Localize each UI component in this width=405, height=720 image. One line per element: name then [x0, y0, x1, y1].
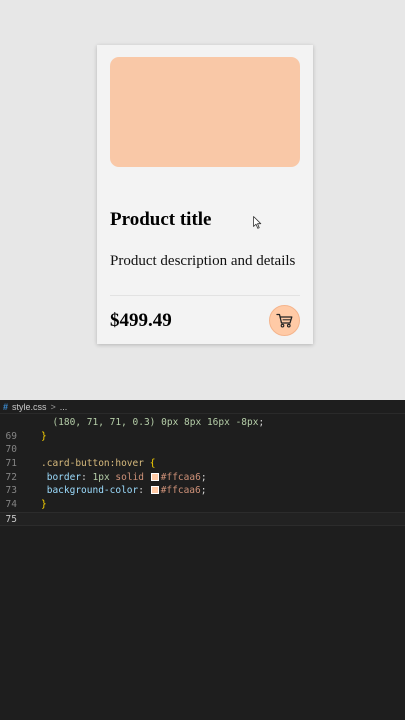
code-token: #ffcaa6 [160, 485, 201, 497]
css-hash-icon: # [3, 401, 9, 412]
line-number: 70 [5, 444, 17, 456]
line-source: background-color: #ffcaa6; [41, 484, 207, 498]
product-image-placeholder [110, 57, 300, 167]
code-token: -8px [235, 417, 259, 428]
product-description: Product description and details [110, 253, 296, 269]
product-price: $499.49 [110, 310, 172, 331]
code-token: .card-button:hover [41, 458, 144, 470]
browser-preview: Product title Product description and de… [0, 0, 405, 400]
card-divider [110, 295, 300, 296]
code-line[interactable]: 72 border: 1px solid #ffcaa6; [0, 471, 405, 485]
line-number: 72 [5, 471, 17, 483]
code-line[interactable]: (180, 71, 71, 0.3) 0px 8px 16px -8px; [0, 416, 405, 430]
code-token: #ffcaa6 [160, 471, 201, 483]
breadcrumb: # style.css > ... [0, 400, 405, 414]
code-line[interactable]: 75 [0, 511, 405, 526]
code-token: : [138, 485, 150, 497]
code-line[interactable]: 73 background-color: #ffcaa6; [0, 484, 405, 498]
code-token: { [149, 458, 156, 470]
mouse-pointer-icon [253, 216, 262, 229]
code-token: ; [200, 471, 207, 483]
code-token: solid [115, 471, 145, 483]
line-source: } [41, 430, 47, 444]
code-line[interactable]: 69} [0, 430, 405, 444]
code-token: ; [258, 417, 265, 428]
breadcrumb-file[interactable]: style.css [12, 402, 47, 412]
product-card: Product title Product description and de… [97, 45, 313, 344]
breadcrumb-separator: > [50, 401, 56, 412]
code-editor: # style.css > ... (180, 71, 71, 0.3) 0px… [0, 400, 405, 720]
code-token: background-color [46, 485, 139, 497]
line-number: 73 [5, 485, 17, 497]
color-swatch-icon[interactable] [150, 486, 159, 495]
code-area[interactable]: (180, 71, 71, 0.3) 0px 8px 16px -8px; 69}… [0, 416, 405, 526]
code-token: 8px [184, 417, 202, 428]
code-token: : [81, 471, 93, 483]
code-token: 16px [206, 417, 230, 428]
shopping-cart-icon [276, 313, 293, 328]
line-number: 69 [5, 430, 17, 442]
code-token: 0px [161, 417, 179, 428]
code-token: 1px [92, 471, 110, 483]
code-token: border [46, 471, 82, 483]
line-source: } [41, 498, 47, 512]
line-source: border: 1px solid #ffcaa6; [41, 471, 207, 485]
line-source: (180, 71, 71, 0.3) 0px 8px 16px -8px; [41, 416, 264, 430]
code-token: } [41, 430, 47, 442]
product-title: Product title [110, 209, 212, 230]
line-number: 75 [5, 513, 17, 525]
code-token: (180, 71, 71, 0.3) [52, 417, 156, 428]
add-to-cart-button[interactable] [269, 305, 300, 336]
line-source: .card-button:hover { [41, 457, 155, 471]
line-number: 74 [5, 499, 17, 511]
code-token: ; [200, 485, 207, 497]
code-line[interactable]: 71 .card-button:hover { [0, 457, 405, 471]
breadcrumb-symbol[interactable]: ... [60, 402, 68, 412]
code-token: } [41, 499, 47, 511]
line-number: 71 [5, 458, 17, 470]
code-line[interactable]: 74} [0, 498, 405, 512]
code-line[interactable]: 70 [0, 443, 405, 457]
color-swatch-icon[interactable] [150, 472, 159, 481]
